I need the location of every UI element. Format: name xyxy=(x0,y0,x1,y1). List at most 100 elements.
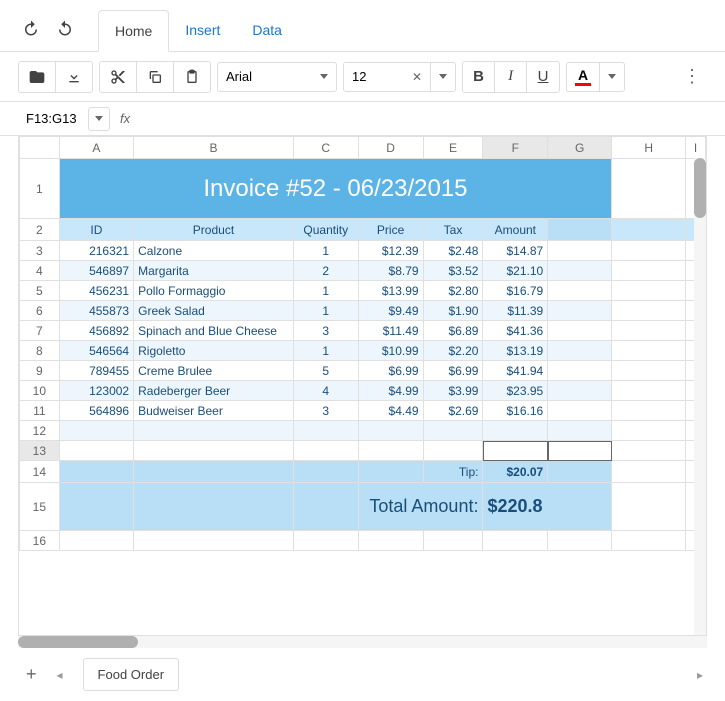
col-head-E[interactable]: E xyxy=(423,137,483,159)
spreadsheet[interactable]: A B C D E F G H I 1 Invoice #52 - 06/23/… xyxy=(19,136,706,551)
more-button[interactable]: ⋮ xyxy=(677,60,707,93)
total-value[interactable]: $220.8 xyxy=(483,483,612,531)
cell-product[interactable]: Rigoletto xyxy=(134,341,294,361)
cell-id[interactable]: 123002 xyxy=(59,381,133,401)
cell-price[interactable]: $10.99 xyxy=(358,341,423,361)
cell-tax[interactable]: $2.20 xyxy=(423,341,483,361)
row-head-12[interactable]: 12 xyxy=(20,421,60,441)
cell-id[interactable]: 456231 xyxy=(59,281,133,301)
cell-id[interactable]: 456892 xyxy=(59,321,133,341)
clear-icon[interactable]: ✕ xyxy=(404,70,430,84)
undo-button[interactable] xyxy=(18,15,44,46)
select-all-corner[interactable] xyxy=(20,137,60,159)
sheet-tab[interactable]: Food Order xyxy=(83,658,179,691)
font-family-dropdown[interactable]: Arial xyxy=(217,62,337,92)
copy-button[interactable] xyxy=(137,62,174,92)
cell-id[interactable]: 564896 xyxy=(59,401,133,421)
row-head-1[interactable]: 1 xyxy=(20,159,60,219)
horizontal-scrollbar[interactable] xyxy=(18,636,707,648)
row-head-13[interactable]: 13 xyxy=(20,441,60,461)
header-id[interactable]: ID xyxy=(59,219,133,241)
cell-price[interactable]: $13.99 xyxy=(358,281,423,301)
cell-product[interactable]: Creme Brulee xyxy=(134,361,294,381)
header-tax[interactable]: Tax xyxy=(423,219,483,241)
cell-id[interactable]: 789455 xyxy=(59,361,133,381)
tip-value[interactable]: $20.07 xyxy=(483,461,548,483)
cell-amount[interactable]: $16.79 xyxy=(483,281,548,301)
cell-price[interactable]: $11.49 xyxy=(358,321,423,341)
add-sheet-button[interactable]: + xyxy=(18,660,45,689)
row-head-15[interactable]: 15 xyxy=(20,483,60,531)
cell-tax[interactable]: $6.89 xyxy=(423,321,483,341)
row-head-14[interactable]: 14 xyxy=(20,461,60,483)
vertical-scrollbar[interactable] xyxy=(694,158,706,635)
row-head-7[interactable]: 7 xyxy=(20,321,60,341)
total-label[interactable]: Total Amount: xyxy=(358,483,483,531)
sheet-nav-prev[interactable]: ◂ xyxy=(53,664,67,686)
row-head-8[interactable]: 8 xyxy=(20,341,60,361)
row-head-5[interactable]: 5 xyxy=(20,281,60,301)
cell-qty[interactable]: 3 xyxy=(293,401,358,421)
font-size-input[interactable] xyxy=(344,63,404,90)
col-head-D[interactable]: D xyxy=(358,137,423,159)
cell-amount[interactable]: $21.10 xyxy=(483,261,548,281)
cell-price[interactable]: $8.79 xyxy=(358,261,423,281)
header-quantity[interactable]: Quantity xyxy=(293,219,358,241)
cell-price[interactable]: $12.39 xyxy=(358,241,423,261)
row-head-10[interactable]: 10 xyxy=(20,381,60,401)
cell-amount[interactable]: $11.39 xyxy=(483,301,548,321)
cell-product[interactable]: Budweiser Beer xyxy=(134,401,294,421)
tab-insert[interactable]: Insert xyxy=(169,10,236,51)
col-head-F[interactable]: F xyxy=(483,137,548,159)
redo-button[interactable] xyxy=(52,15,78,46)
paste-button[interactable] xyxy=(174,62,210,92)
header-product[interactable]: Product xyxy=(134,219,294,241)
row-head-4[interactable]: 4 xyxy=(20,261,60,281)
cut-button[interactable] xyxy=(100,62,137,92)
col-head-I[interactable]: I xyxy=(686,137,706,159)
cell-product[interactable]: Spinach and Blue Cheese xyxy=(134,321,294,341)
cell-qty[interactable]: 1 xyxy=(293,301,358,321)
cell-id[interactable]: 546897 xyxy=(59,261,133,281)
col-head-C[interactable]: C xyxy=(293,137,358,159)
cell-amount[interactable]: $41.36 xyxy=(483,321,548,341)
invoice-title[interactable]: Invoice #52 - 06/23/2015 xyxy=(59,159,612,219)
cell-product[interactable]: Greek Salad xyxy=(134,301,294,321)
cell-price[interactable]: $6.99 xyxy=(358,361,423,381)
scrollbar-thumb[interactable] xyxy=(694,158,706,218)
col-head-H[interactable]: H xyxy=(612,137,686,159)
cell-qty[interactable]: 2 xyxy=(293,261,358,281)
cell-product[interactable]: Pollo Formaggio xyxy=(134,281,294,301)
cell-tax[interactable]: $6.99 xyxy=(423,361,483,381)
row-head-6[interactable]: 6 xyxy=(20,301,60,321)
cell-qty[interactable]: 1 xyxy=(293,341,358,361)
cell-qty[interactable]: 1 xyxy=(293,281,358,301)
cell-qty[interactable]: 4 xyxy=(293,381,358,401)
row-head-9[interactable]: 9 xyxy=(20,361,60,381)
cell-amount[interactable]: $41.94 xyxy=(483,361,548,381)
italic-button[interactable]: I xyxy=(495,62,527,92)
cell-tax[interactable]: $1.90 xyxy=(423,301,483,321)
cell-amount[interactable]: $13.19 xyxy=(483,341,548,361)
sheet-nav-next[interactable]: ▸ xyxy=(693,664,707,686)
row-head-2[interactable]: 2 xyxy=(20,219,60,241)
tab-home[interactable]: Home xyxy=(98,10,169,52)
col-head-B[interactable]: B xyxy=(134,137,294,159)
text-color-dropdown[interactable] xyxy=(599,63,624,91)
cell-reference[interactable]: F13:G13 xyxy=(18,107,88,130)
cell-tax[interactable]: $2.69 xyxy=(423,401,483,421)
cell-id[interactable]: 455873 xyxy=(59,301,133,321)
header-amount[interactable]: Amount xyxy=(483,219,548,241)
cell-tax[interactable]: $2.80 xyxy=(423,281,483,301)
cell-reference-dropdown[interactable] xyxy=(88,107,110,131)
row-head-11[interactable]: 11 xyxy=(20,401,60,421)
cell-tax[interactable]: $3.99 xyxy=(423,381,483,401)
cell-tax[interactable]: $2.48 xyxy=(423,241,483,261)
text-color-button[interactable]: A xyxy=(567,63,599,91)
row-head-16[interactable]: 16 xyxy=(20,531,60,551)
tab-data[interactable]: Data xyxy=(236,10,298,51)
cell-price[interactable]: $9.49 xyxy=(358,301,423,321)
bold-button[interactable]: B xyxy=(463,62,495,92)
col-head-G[interactable]: G xyxy=(548,137,612,159)
cell-id[interactable]: 546564 xyxy=(59,341,133,361)
